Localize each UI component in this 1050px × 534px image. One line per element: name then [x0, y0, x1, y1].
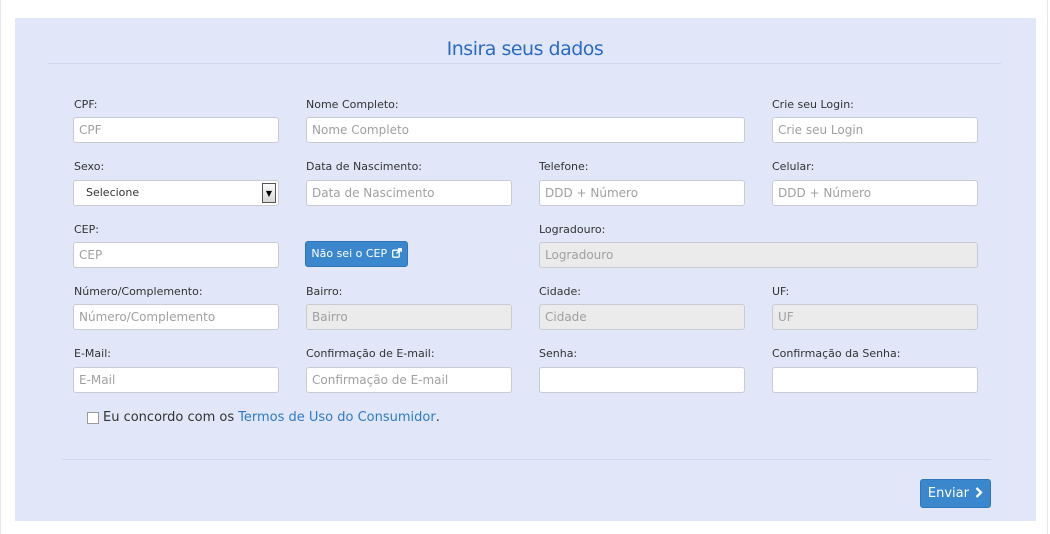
- uf-label: UF:: [772, 285, 790, 298]
- dropdown-arrow-icon[interactable]: ▼: [262, 183, 276, 203]
- submit-label: Enviar: [927, 486, 969, 501]
- terms-agreement: Eu concordo com os Termos de Uso do Cons…: [87, 410, 440, 425]
- senha-label: Senha:: [539, 347, 578, 360]
- telefone-input[interactable]: [539, 180, 745, 206]
- cidade-label: Cidade:: [539, 285, 581, 298]
- cep-lookup-button[interactable]: Não sei o CEP: [305, 241, 408, 267]
- senha-confirm-input[interactable]: [772, 367, 978, 393]
- bairro-label: Bairro:: [306, 285, 343, 298]
- external-link-icon: [391, 248, 402, 258]
- email-label: E-Mail:: [74, 347, 111, 360]
- login-label: Crie seu Login:: [772, 98, 854, 111]
- email-confirm-label: Confirmação de E-mail:: [306, 347, 435, 360]
- terms-suffix: .: [435, 410, 440, 425]
- chevron-right-icon: [975, 487, 983, 498]
- title-divider: [48, 63, 1001, 64]
- footer-divider: [62, 459, 991, 460]
- nascimento-label: Data de Nascimento:: [306, 160, 423, 173]
- cidade-input: [539, 304, 745, 330]
- senha-input[interactable]: [539, 367, 745, 393]
- logradouro-label: Logradouro:: [539, 223, 606, 236]
- numero-input[interactable]: [73, 304, 279, 330]
- email-confirm-input[interactable]: [306, 367, 512, 393]
- cep-label: CEP:: [74, 223, 99, 236]
- celular-label: Celular:: [772, 160, 815, 173]
- cep-input[interactable]: [73, 242, 279, 268]
- nascimento-input[interactable]: [306, 180, 512, 206]
- sexo-select[interactable]: Selecione ▼: [73, 180, 279, 206]
- terms-link[interactable]: Termos de Uso do Consumidor: [238, 410, 436, 425]
- form-title: Insira seus dados: [446, 38, 604, 60]
- cep-lookup-label: Não sei o CEP: [311, 247, 388, 260]
- nome-label: Nome Completo:: [306, 98, 399, 111]
- sexo-label: Sexo:: [74, 160, 105, 173]
- form-panel: [15, 18, 1036, 521]
- nome-input[interactable]: [306, 117, 745, 143]
- cpf-input[interactable]: [73, 117, 279, 143]
- senha-confirm-label: Confirmação da Senha:: [772, 347, 901, 360]
- sexo-selected-value: Selecione: [86, 186, 140, 199]
- celular-input[interactable]: [772, 180, 978, 206]
- submit-button[interactable]: Enviar: [920, 479, 991, 508]
- terms-text: Eu concordo com os: [103, 410, 235, 425]
- bairro-input: [306, 304, 512, 330]
- terms-checkbox[interactable]: [87, 411, 99, 424]
- numero-label: Número/Complemento:: [74, 285, 203, 298]
- logradouro-input: [539, 242, 978, 268]
- login-input[interactable]: [772, 117, 978, 143]
- email-input[interactable]: [73, 367, 279, 393]
- telefone-label: Telefone:: [539, 160, 589, 173]
- cpf-label: CPF:: [74, 98, 98, 111]
- uf-input: [772, 304, 978, 330]
